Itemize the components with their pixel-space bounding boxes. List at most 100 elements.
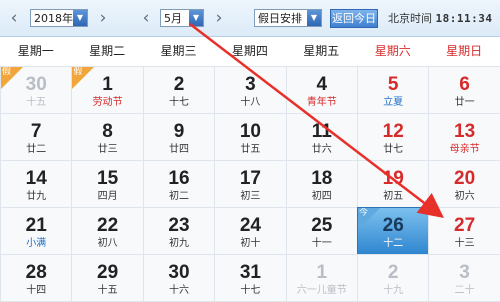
- calendar-day[interactable]: 30 十六: [142, 254, 216, 302]
- day-number: 18: [311, 168, 333, 189]
- chevron-down-icon: ▼: [307, 10, 321, 26]
- weekday-label: 星期二: [89, 44, 126, 58]
- day-number: 11: [311, 121, 332, 142]
- prev-month-arrow-icon[interactable]: ‹: [140, 9, 152, 27]
- day-number: 22: [97, 215, 119, 236]
- calendar-day[interactable]: 11 廿六: [285, 113, 358, 161]
- day-badge: 假: [2, 67, 12, 77]
- calendar-day[interactable]: 7 廿二: [0, 113, 73, 161]
- lunar-date: 廿七: [383, 144, 404, 155]
- lunar-date: 初八: [97, 238, 118, 249]
- day-number: 9: [173, 121, 185, 142]
- beijing-clock: 北京时间 18:11:34: [388, 10, 492, 26]
- lunar-date: 十八: [240, 97, 261, 108]
- day-number: 12: [382, 121, 404, 142]
- calendar-day[interactable]: 4 青年节: [285, 66, 358, 114]
- calendar-day[interactable]: 16 初二: [142, 160, 216, 208]
- day-number: 19: [382, 168, 404, 189]
- day-number: 2: [387, 262, 399, 283]
- day-number: 30: [168, 262, 190, 283]
- year-select-value: 2018年: [34, 12, 73, 25]
- lunar-date: 四月: [97, 191, 118, 202]
- lunar-date: 十九: [383, 285, 404, 296]
- day-number: 16: [168, 168, 190, 189]
- calendar-day[interactable]: 27 十三: [428, 207, 500, 255]
- calendar-grid: 假 30 十五假 1 劳动节 2 十七 3 十八 4 青年节 5 立夏 6 廿一 7 廿二 8 廿三 9 廿四 10 廿五 1…: [0, 66, 500, 302]
- lunar-date: 初五: [383, 191, 404, 202]
- calendar-day[interactable]: 1 六一儿童节: [285, 254, 358, 302]
- day-badge: 假: [73, 67, 83, 77]
- lunar-date: 十一: [311, 238, 332, 249]
- calendar-day[interactable]: 19 初五: [357, 160, 430, 208]
- calendar-day[interactable]: 31 十七: [214, 254, 287, 302]
- calendar-day[interactable]: 8 廿三: [71, 113, 144, 161]
- calendar-day[interactable]: 5 立夏: [357, 66, 430, 114]
- lunar-date: 初二: [168, 191, 189, 202]
- lunar-date: 初六: [454, 191, 475, 202]
- day-number: 23: [168, 215, 190, 236]
- calendar-day[interactable]: 23 初九: [142, 207, 216, 255]
- lunar-date: 六一儿童节: [296, 285, 347, 296]
- lunar-date: 十四: [26, 285, 47, 296]
- calendar-day[interactable]: 12 廿七: [357, 113, 430, 161]
- calendar-day[interactable]: 25 十一: [285, 207, 358, 255]
- weekday-label: 星期四: [231, 44, 268, 58]
- calendar-day[interactable]: 22 初八: [71, 207, 144, 255]
- holiday-select[interactable]: 假日安排 ▼: [254, 9, 322, 27]
- calendar-day[interactable]: 15 四月: [71, 160, 144, 208]
- weekday-label: 星期一: [17, 44, 54, 58]
- calendar-day-today[interactable]: 今 26 十二: [357, 207, 430, 255]
- next-month-arrow-icon[interactable]: ›: [213, 9, 225, 27]
- holiday-select-value: 假日安排: [258, 12, 302, 25]
- lunar-date: 廿六: [311, 144, 332, 155]
- weekday-label: 星期日: [446, 44, 483, 58]
- chevron-down-icon: ▼: [189, 10, 203, 26]
- day-number: 28: [25, 262, 47, 283]
- lunar-date: 廿九: [26, 191, 47, 202]
- prev-year-arrow-icon[interactable]: ‹: [8, 9, 20, 27]
- day-number: 20: [454, 168, 476, 189]
- calendar-day[interactable]: 13 母亲节: [428, 113, 500, 161]
- calendar-day[interactable]: 3 十八: [214, 66, 287, 114]
- day-number: 1: [316, 262, 328, 283]
- day-number: 3: [245, 74, 256, 95]
- weekday-header: 星期一 星期二 星期三 星期四 星期五 星期六 星期日: [0, 36, 500, 66]
- day-number: 5: [387, 74, 399, 95]
- day-number: 21: [25, 215, 47, 236]
- calendar-day[interactable]: 2 十七: [142, 66, 216, 114]
- calendar-day[interactable]: 28 十四: [0, 254, 73, 302]
- day-number: 10: [239, 121, 261, 142]
- clock-label: 北京时间: [388, 12, 432, 25]
- month-select-value: 5月: [164, 12, 182, 25]
- calendar-day[interactable]: 29 十五: [71, 254, 144, 302]
- calendar-day[interactable]: 6 廿一: [428, 66, 500, 114]
- lunar-date: 十三: [454, 238, 475, 249]
- calendar-day[interactable]: 17 初三: [214, 160, 287, 208]
- lunar-date: 青年节: [306, 97, 337, 108]
- calendar-day[interactable]: 假 30 十五: [0, 66, 73, 114]
- return-today-button[interactable]: 返回今日: [330, 9, 378, 28]
- calendar-day[interactable]: 2 十九: [357, 254, 430, 302]
- lunar-date: 十五: [97, 285, 118, 296]
- calendar-day[interactable]: 14 廿九: [0, 160, 73, 208]
- calendar-day[interactable]: 9 廿四: [142, 113, 216, 161]
- calendar-day[interactable]: 18 初四: [285, 160, 358, 208]
- month-select[interactable]: 5月 ▼: [160, 9, 204, 27]
- calendar-day[interactable]: 20 初六: [428, 160, 500, 208]
- weekday-label: 星期三: [160, 44, 197, 58]
- day-number: 7: [30, 121, 42, 142]
- lunar-date: 初三: [240, 191, 261, 202]
- calendar-day[interactable]: 10 廿五: [214, 113, 287, 161]
- calendar-day[interactable]: 21 小满: [0, 207, 73, 255]
- day-number: 31: [239, 262, 261, 283]
- next-year-arrow-icon[interactable]: ›: [97, 9, 109, 27]
- calendar-day[interactable]: 假 1 劳动节: [71, 66, 144, 114]
- lunar-date: 廿一: [454, 97, 475, 108]
- lunar-date: 初四: [311, 191, 332, 202]
- calendar-toolbar: ‹ 2018年 ▼ › ‹ 5月 ▼ › 假日安排 ▼ 返回今日 北京时间 18…: [0, 0, 500, 37]
- calendar-day[interactable]: 24 初十: [214, 207, 287, 255]
- day-number: 4: [316, 74, 328, 95]
- year-select[interactable]: 2018年 ▼: [30, 9, 88, 27]
- calendar-day[interactable]: 3 二十: [428, 254, 500, 302]
- lunar-date: 十五: [26, 97, 47, 108]
